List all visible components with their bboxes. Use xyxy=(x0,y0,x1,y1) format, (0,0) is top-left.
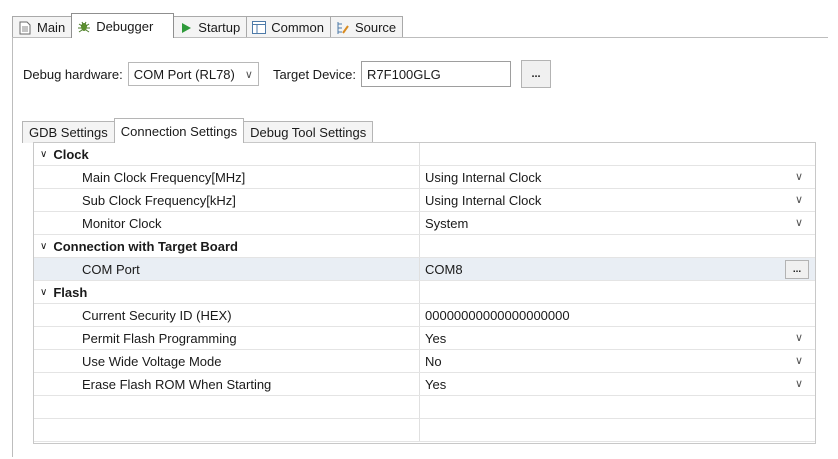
launch-config-tabs: Main Debugger Startup Common Source xyxy=(12,13,404,38)
property-row-security-id[interactable]: Current Security ID (HEX) 00000000000000… xyxy=(34,304,815,327)
chevron-down-icon: ∨ xyxy=(40,148,48,160)
group-row-flash[interactable]: ∨ Flash xyxy=(34,281,815,304)
com-port-browse-button[interactable]: ... xyxy=(785,260,809,279)
tab-source[interactable]: Source xyxy=(329,16,404,38)
group-label: Connection with Target Board xyxy=(53,238,238,254)
chevron-down-icon[interactable]: ∨ xyxy=(795,331,803,344)
tab-gdb-settings[interactable]: GDB Settings xyxy=(22,121,115,143)
property-row-main-clock[interactable]: Main Clock Frequency[MHz] Using Internal… xyxy=(34,166,815,189)
chevron-down-icon[interactable]: ∨ xyxy=(795,170,803,183)
tab-source-label: Source xyxy=(354,20,397,35)
property-label: Main Clock Frequency[MHz] xyxy=(82,169,246,185)
property-label: Erase Flash ROM When Starting xyxy=(82,376,272,392)
property-label: Monitor Clock xyxy=(82,215,162,231)
chevron-down-icon: ∨ xyxy=(40,286,48,298)
property-label: Sub Clock Frequency[kHz] xyxy=(82,192,236,208)
tab-common-label: Common xyxy=(271,20,324,35)
property-label: Use Wide Voltage Mode xyxy=(82,353,222,369)
property-row-sub-clock[interactable]: Sub Clock Frequency[kHz] Using Internal … xyxy=(34,189,815,212)
group-label: Clock xyxy=(53,146,89,162)
tab-startup[interactable]: Startup xyxy=(173,16,248,38)
source-folder-icon xyxy=(336,21,350,35)
property-grid: ∨ Clock Main Clock Frequency[MHz] Using I… xyxy=(33,142,816,444)
property-row-monitor-clock[interactable]: Monitor Clock System ∨ xyxy=(34,212,815,235)
tab-connection-settings[interactable]: Connection Settings xyxy=(113,118,245,143)
tab-common[interactable]: Common xyxy=(246,16,331,38)
property-row-com-port[interactable]: COM Port COM8... xyxy=(34,258,815,281)
chevron-down-icon[interactable]: ∨ xyxy=(795,377,803,390)
chevron-down-icon[interactable]: ∨ xyxy=(795,193,803,206)
property-value: System xyxy=(425,215,469,231)
property-value: 00000000000000000000 xyxy=(425,307,570,323)
chevron-down-icon[interactable]: ∨ xyxy=(795,354,803,367)
tab-debug-tool-settings[interactable]: Debug Tool Settings xyxy=(243,121,374,143)
debug-hardware-label: Debug hardware: xyxy=(23,66,123,82)
group-label: Flash xyxy=(53,284,88,300)
target-device-value: R7F100GLG xyxy=(367,66,441,82)
debug-hardware-select[interactable]: COM Port (RL78) ∨ xyxy=(127,62,259,86)
empty-row xyxy=(34,419,815,442)
play-icon xyxy=(179,21,193,35)
property-value: Yes xyxy=(425,330,447,346)
property-row-wide-voltage[interactable]: Use Wide Voltage Mode No ∨ xyxy=(34,350,815,373)
property-label: Permit Flash Programming xyxy=(82,330,237,346)
property-label: Current Security ID (HEX) xyxy=(82,307,232,323)
document-icon xyxy=(18,21,32,35)
property-value: Using Internal Clock xyxy=(425,192,542,208)
property-value: Using Internal Clock xyxy=(425,169,542,185)
empty-row xyxy=(34,396,815,419)
tab-debugger[interactable]: Debugger xyxy=(71,13,175,38)
target-device-label: Target Device: xyxy=(272,66,357,82)
property-value: Yes xyxy=(425,376,447,392)
target-device-browse-button[interactable]: ... xyxy=(521,60,552,88)
property-value: No xyxy=(425,353,442,369)
group-row-clock[interactable]: ∨ Clock xyxy=(34,143,815,166)
group-row-connection[interactable]: ∨ Connection with Target Board xyxy=(34,235,815,258)
property-value: COM8 xyxy=(425,261,463,277)
chevron-down-icon[interactable]: ∨ xyxy=(795,216,803,229)
tab-debugger-label: Debugger xyxy=(96,18,154,34)
tab-main-label: Main xyxy=(37,20,66,35)
tab-startup-label: Startup xyxy=(198,20,241,35)
target-device-input[interactable]: R7F100GLG xyxy=(361,61,512,87)
chevron-down-icon: ∨ xyxy=(244,68,253,81)
property-label: COM Port xyxy=(82,261,140,277)
debug-hardware-value: COM Port (RL78) xyxy=(133,66,235,82)
bug-icon xyxy=(77,19,91,33)
chevron-down-icon: ∨ xyxy=(40,240,48,252)
property-row-permit-flash[interactable]: Permit Flash Programming Yes ∨ xyxy=(34,327,815,350)
hardware-row: Debug hardware: COM Port (RL78) ∨ Target… xyxy=(23,60,552,88)
tab-main[interactable]: Main xyxy=(12,16,73,38)
settings-tabs: GDB Settings Connection Settings Debug T… xyxy=(22,118,374,143)
property-row-erase-flash[interactable]: Erase Flash ROM When Starting Yes ∨ xyxy=(34,373,815,396)
window-icon xyxy=(252,21,267,35)
